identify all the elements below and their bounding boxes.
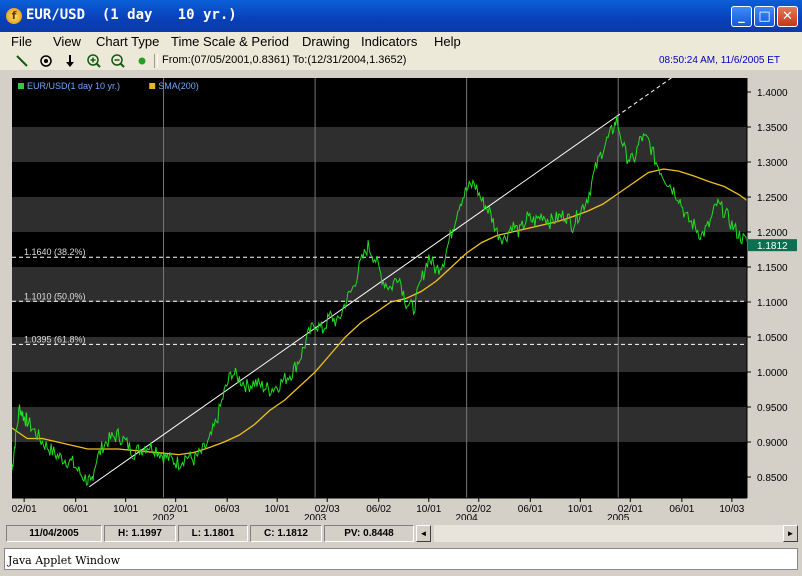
grid-band <box>12 407 747 442</box>
status-date: 11/04/2005 <box>6 525 102 542</box>
fib-level-label: 1.1010 (50.0%) <box>24 291 86 301</box>
chart-area[interactable]: 1.1640 (38.2%) 1.1010 (50.0%) 1.0395 (61.8… <box>11 72 797 524</box>
menu-chart-type[interactable]: Chart Type <box>96 34 159 49</box>
green-dot-glyph <box>138 57 146 65</box>
selection-range: From:(07/05/2001,0.8361) To:(12/31/2004,… <box>162 54 407 66</box>
status-low: L: 1.1801 <box>178 525 248 542</box>
x-year-label: 2005 <box>607 513 630 520</box>
y-tick-label: 1.2500 <box>757 193 788 204</box>
target-icon[interactable] <box>38 53 54 69</box>
fib-level-label: 1.0395 (61.8%) <box>24 334 86 344</box>
maximize-button[interactable]: □ <box>754 6 775 27</box>
legend-label: EUR/USD(1 day 10 yr.) <box>27 81 120 91</box>
menu-help[interactable]: Help <box>434 34 461 49</box>
price-chart[interactable]: 1.1640 (38.2%) 1.1010 (50.0%) 1.0395 (61.8… <box>11 72 797 524</box>
status-bar: 11/04/2005 H: 1.1997 L: 1.1801 C: 1.1812… <box>6 525 798 543</box>
close-button[interactable]: ✕ <box>777 6 798 27</box>
x-tick-label: 06/01 <box>518 504 543 515</box>
x-tick-label: 02/01 <box>12 504 37 515</box>
title-bar[interactable]: f EUR/USD (1 day 10 yr.) _ □ ✕ <box>0 0 802 32</box>
status-close: C: 1.1812 <box>250 525 322 542</box>
x-year-label: 2003 <box>304 513 327 520</box>
x-tick-label: 06/02 <box>366 504 391 515</box>
last-price-label: 1.1812 <box>757 241 788 252</box>
y-tick-label: 1.4000 <box>757 88 788 99</box>
y-tick-label: 1.1500 <box>757 263 788 274</box>
x-tick-label: 10/01 <box>416 504 441 515</box>
status-high: H: 1.1997 <box>104 525 176 542</box>
scroll-right-button[interactable]: ► <box>783 525 798 542</box>
y-tick-label: 1.0500 <box>757 333 788 344</box>
zoom-out-icon[interactable] <box>110 53 126 69</box>
toolbar-separator <box>154 54 158 68</box>
legend-label: SMA(200) <box>158 81 199 91</box>
x-tick-label: 10/01 <box>265 504 290 515</box>
current-datetime: 08:50:24 AM, 11/6/2005 ET <box>658 55 780 66</box>
x-tick-label: 06/01 <box>669 504 694 515</box>
app-logo-icon: f <box>6 8 22 24</box>
menu-indicators[interactable]: Indicators <box>361 34 417 49</box>
grid-band <box>12 267 747 302</box>
applet-label: Java Applet Window <box>8 554 121 567</box>
window-title: EUR/USD (1 day 10 yr.) <box>26 7 237 23</box>
line-tool-glyph <box>16 55 28 67</box>
y-tick-label: 1.2000 <box>757 228 788 239</box>
y-tick-label: 1.3000 <box>757 158 788 169</box>
minimize-button[interactable]: _ <box>731 6 752 27</box>
green-dot-icon[interactable] <box>134 53 150 69</box>
x-year-label: 2002 <box>152 513 175 520</box>
line-tool-icon[interactable] <box>14 53 30 69</box>
y-tick-label: 0.9500 <box>757 403 788 414</box>
menu-drawing[interactable]: Drawing <box>302 34 350 49</box>
zoom-in-icon[interactable] <box>86 53 102 69</box>
x-year-label: 2004 <box>456 513 479 520</box>
x-tick-label: 10/01 <box>113 504 138 515</box>
scroll-left-button[interactable]: ◄ <box>416 525 431 542</box>
menu-bar: File View Chart Type Time Scale & Period… <box>0 32 802 53</box>
legend-swatch <box>149 83 156 89</box>
target-glyph <box>40 55 52 67</box>
y-tick-label: 1.3500 <box>757 123 788 134</box>
down-arrow-icon[interactable] <box>62 53 78 69</box>
x-tick-label: 10/01 <box>568 504 593 515</box>
x-tick-label: 06/01 <box>63 504 88 515</box>
applet-status-bar: Java Applet Window <box>4 548 798 570</box>
menu-view[interactable]: View <box>53 34 81 49</box>
y-tick-label: 0.8500 <box>757 473 788 484</box>
y-tick-label: 1.1000 <box>757 298 788 309</box>
y-tick-label: 1.0000 <box>757 368 788 379</box>
zoom-out-glyph <box>111 54 125 68</box>
grid-band <box>12 197 747 232</box>
y-tick-label: 0.9000 <box>757 438 788 449</box>
x-tick-label: 10/03 <box>719 504 744 515</box>
x-tick-label: 06/03 <box>215 504 240 515</box>
fib-level-label: 1.1640 (38.2%) <box>24 247 86 257</box>
menu-time-scale[interactable]: Time Scale & Period <box>171 34 289 49</box>
zoom-in-glyph <box>87 54 101 68</box>
menu-file[interactable]: File <box>11 34 32 49</box>
legend-swatch <box>18 83 24 89</box>
y-axis-panel <box>747 78 797 498</box>
horizontal-scrollbar-track[interactable] <box>434 525 783 542</box>
grid-band <box>12 337 747 372</box>
toolbar: From:(07/05/2001,0.8361) To:(12/31/2004,… <box>0 52 802 70</box>
app-window: f EUR/USD (1 day 10 yr.) _ □ ✕ File View… <box>0 0 802 576</box>
down-arrow-glyph <box>66 55 74 67</box>
status-pv: PV: 0.8448 <box>324 525 414 542</box>
grid-band <box>12 127 747 162</box>
